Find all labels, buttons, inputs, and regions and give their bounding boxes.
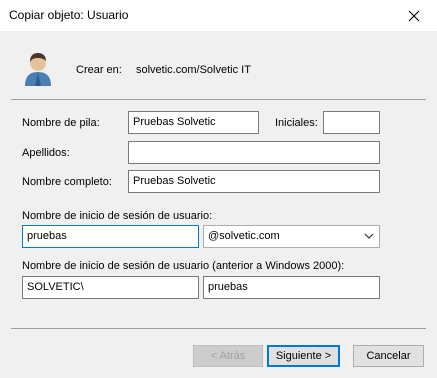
chevron-down-icon	[364, 233, 374, 239]
create-in-label: Crear en:	[76, 64, 122, 76]
initials-field[interactable]	[323, 111, 380, 134]
window-title: Copiar objeto: Usuario	[9, 8, 129, 22]
logon-name-label: Nombre de inicio de sesión de usuario:	[22, 210, 213, 222]
full-name-label: Nombre completo:	[22, 176, 112, 188]
close-button[interactable]	[391, 0, 437, 31]
full-name-field[interactable]: Pruebas Solvetic	[128, 170, 380, 193]
logon-domain-select[interactable]: @solvetic.com	[203, 225, 380, 248]
back-button[interactable]: < Atrás	[193, 345, 263, 367]
footer-divider	[11, 328, 426, 329]
create-in-value: solvetic.com/Solvetic IT	[136, 64, 251, 76]
logon-name-field[interactable]: pruebas	[22, 225, 199, 248]
last-name-field[interactable]	[128, 141, 380, 164]
logon-domain-value: @solvetic.com	[208, 230, 280, 242]
close-icon	[408, 10, 420, 21]
cancel-button[interactable]: Cancelar	[353, 345, 424, 367]
title-bar: Copiar objeto: Usuario	[0, 0, 437, 32]
initials-label: Iniciales:	[275, 117, 318, 129]
last-name-label: Apellidos:	[22, 147, 70, 159]
first-name-label: Nombre de pila:	[22, 117, 100, 129]
pre2000-domain-field[interactable]: SOLVETIC\	[22, 276, 199, 299]
first-name-field[interactable]: Pruebas Solvetic	[128, 111, 259, 134]
next-button[interactable]: Siguiente >	[267, 345, 340, 367]
user-icon	[25, 53, 51, 86]
pre2000-logon-label: Nombre de inicio de sesión de usuario (a…	[22, 260, 345, 272]
dialog-content: Crear en: solvetic.com/Solvetic IT Nombr…	[0, 31, 437, 378]
pre2000-logon-field[interactable]: pruebas	[203, 276, 380, 299]
header-divider	[11, 99, 426, 100]
